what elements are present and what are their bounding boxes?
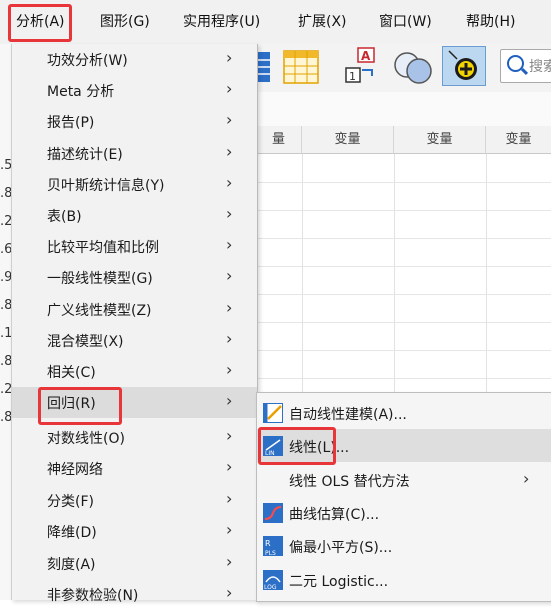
menu-item-descriptive-statistics[interactable]: 描述统计(E) › — [12, 138, 257, 169]
chevron-right-icon: › — [226, 552, 233, 571]
custom-toolbar-button[interactable] — [442, 46, 486, 86]
row-values-strip: .5 .8 .2 .6 .9 .8 .1 .8 .2 .8 — [0, 44, 12, 600]
svg-text:A: A — [361, 49, 371, 63]
submenu-item-curve-estimation[interactable]: 曲线估算(C)... — [257, 496, 551, 529]
submenu-item-binary-logistic[interactable]: LOG 二元 Logistic... — [257, 563, 551, 596]
chevron-right-icon: › — [226, 79, 233, 98]
variable-sets-icon[interactable] — [392, 48, 434, 86]
chevron-right-icon: › — [226, 204, 233, 223]
menu-utilities[interactable]: 实用程序(U) — [183, 11, 260, 31]
menu-item-generalized-linear-models[interactable]: 广义线性模型(Z) › — [12, 294, 257, 325]
menu-item-mixed-models[interactable]: 混合模型(X) › — [12, 325, 257, 356]
chevron-right-icon: › — [226, 583, 233, 602]
submenu-item-automatic-linear-modeling[interactable]: 自动线性建模(A)... — [257, 396, 551, 429]
analyze-highlight-box — [8, 4, 72, 42]
menu-item-compare-means[interactable]: 比较平均值和比例 › — [12, 231, 257, 262]
column-header[interactable]: 变量 — [486, 126, 551, 154]
menu-item-neural-networks[interactable]: 神经网络 › — [12, 453, 257, 484]
menu-graphs[interactable]: 图形(G) — [100, 11, 150, 31]
chevron-right-icon: › — [226, 298, 233, 317]
column-header[interactable]: 变量 — [302, 126, 394, 154]
menu-extensions[interactable]: 扩展(X) — [298, 11, 347, 31]
chevron-right-icon: › — [226, 391, 233, 410]
menu-item-loglinear[interactable]: 对数线性(O) › — [12, 422, 257, 453]
chevron-right-icon: › — [226, 48, 233, 67]
chevron-right-icon: › — [226, 360, 233, 379]
column-header[interactable]: 变量 — [394, 126, 486, 154]
chevron-right-icon: › — [226, 426, 233, 445]
svg-text:1: 1 — [349, 70, 356, 83]
chevron-right-icon: › — [226, 266, 233, 285]
chevron-right-icon: › — [226, 520, 233, 539]
search-placeholder: 搜索 — [529, 59, 551, 75]
svg-text:PLS: PLS — [265, 550, 276, 556]
chevron-right-icon: › — [226, 173, 233, 192]
menu-item-dimension-reduction[interactable]: 降维(D) › — [12, 516, 257, 547]
svg-text:R: R — [265, 539, 271, 548]
search-box[interactable]: 搜索 — [500, 49, 551, 83]
submenu-item-partial-least-squares[interactable]: R PLS 偏最小平方(S)... — [257, 529, 551, 562]
auto-linear-icon — [263, 403, 283, 423]
chevron-right-icon: › — [226, 235, 233, 254]
chevron-right-icon: › — [226, 142, 233, 161]
menu-help[interactable]: 帮助(H) — [466, 11, 515, 31]
add-circle-icon — [448, 50, 477, 80]
regression-submenu: 自动线性建模(A)... LIN 线性(L)... 线性 OLS 替代方法 › … — [256, 392, 551, 602]
table-icon[interactable] — [256, 50, 272, 84]
menu-item-power-analysis[interactable]: 功效分析(W) › — [12, 44, 257, 75]
chevron-right-icon: › — [523, 469, 530, 488]
analyze-menu: 功效分析(W) › Meta 分析 › 报告(P) › 描述统计(E) › 贝叶斯统计信… — [11, 44, 258, 604]
pls-icon: R PLS — [263, 536, 283, 556]
menu-item-reports[interactable]: 报告(P) › — [12, 106, 257, 137]
curve-estimation-icon — [263, 503, 283, 523]
menu-item-general-linear-model[interactable]: 一般线性模型(G) › — [12, 262, 257, 293]
svg-text:LOG: LOG — [264, 584, 277, 590]
chevron-right-icon: › — [226, 489, 233, 508]
submenu-item-linear-ols-alternatives[interactable]: 线性 OLS 替代方法 › — [257, 463, 551, 496]
menu-window[interactable]: 窗口(W) — [379, 11, 432, 31]
data-grid-icon[interactable] — [283, 50, 319, 84]
menu-item-meta-analysis[interactable]: Meta 分析 › — [12, 75, 257, 106]
chevron-right-icon: › — [226, 110, 233, 129]
regression-highlight-box — [38, 387, 122, 425]
menu-item-tables[interactable]: 表(B) › — [12, 200, 257, 231]
value-labels-icon[interactable]: A 1 — [344, 46, 384, 86]
column-header[interactable]: 量 — [256, 126, 302, 154]
menu-item-correlate[interactable]: 相关(C) › — [12, 356, 257, 387]
menubar: 分析(A) 图形(G) 实用程序(U) 扩展(X) 窗口(W) 帮助(H) — [0, 0, 551, 45]
menu-item-nonparametric-tests[interactable]: 非参数检验(N) › — [12, 579, 257, 610]
menu-item-scale[interactable]: 刻度(A) › — [12, 548, 257, 579]
menu-item-classify[interactable]: 分类(F) › — [12, 485, 257, 516]
chevron-right-icon: › — [226, 329, 233, 348]
linear-highlight-box — [258, 427, 336, 465]
chevron-right-icon: › — [226, 457, 233, 476]
logistic-icon: LOG — [263, 570, 283, 590]
cell-editor-band — [256, 92, 551, 127]
menu-item-bayesian-statistics[interactable]: 贝叶斯统计信息(Y) › — [12, 169, 257, 200]
